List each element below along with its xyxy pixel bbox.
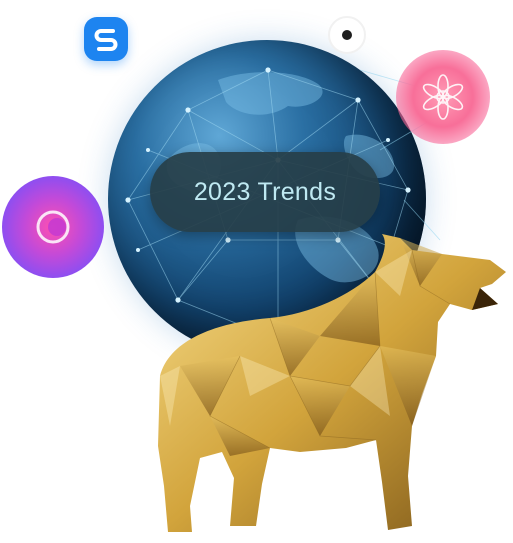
flower-icon <box>396 50 490 144</box>
gradient-orb-icon <box>2 176 104 278</box>
golden-bear-sculpture <box>158 234 506 532</box>
dot-ring-icon <box>318 6 376 64</box>
trends-label: 2023 Trends <box>193 177 337 206</box>
trends-banner: 2023 Trends <box>150 152 380 232</box>
hero-illustration: 2023 Trends <box>0 0 513 543</box>
s-logo-icon <box>84 17 128 61</box>
